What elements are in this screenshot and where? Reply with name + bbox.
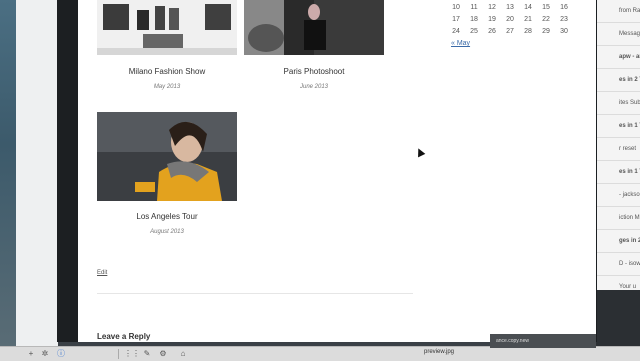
- calendar-day[interactable]: 23: [555, 16, 573, 28]
- gallery-caption[interactable]: Los Angeles Tour: [97, 212, 237, 221]
- calendar-day[interactable]: 12: [483, 4, 501, 16]
- gallery-date: May 2013: [153, 84, 181, 90]
- info-icon[interactable]: ⓘ: [56, 349, 66, 358]
- gallery-date: August 2013: [150, 229, 184, 235]
- calendar-day[interactable]: 14: [519, 4, 537, 16]
- portrait-photo: [97, 112, 237, 201]
- calendar-day[interactable]: 10: [447, 4, 465, 16]
- bottom-toolbar: + ✲ ⓘ ⋮⋮ ✎ ⚙ ⌂ preview.jpg: [0, 346, 640, 361]
- gear-icon[interactable]: ⚙: [158, 349, 168, 358]
- mail-list-item[interactable]: es in 1 T: [597, 161, 640, 184]
- file-name: preview.jpg: [424, 349, 455, 355]
- gallery-caption[interactable]: Paris Photoshoot: [244, 67, 384, 76]
- gallery-caption[interactable]: Milano Fashion Show: [97, 67, 237, 76]
- mail-list-item[interactable]: es in 2 T: [597, 69, 640, 92]
- desktop-background: [0, 0, 58, 360]
- background-window: [16, 0, 58, 348]
- mail-list-item[interactable]: D - isowe: [597, 253, 640, 276]
- calendar-day[interactable]: 13: [501, 4, 519, 16]
- calendar-widget: 10 11 12 13 14 15 16 17 18 19 20 21 22 2…: [447, 4, 577, 40]
- calendar-day[interactable]: 24: [447, 28, 465, 40]
- toolbar-separator: [118, 349, 119, 359]
- plus-icon[interactable]: +: [26, 349, 36, 358]
- calendar-day[interactable]: 30: [555, 28, 573, 40]
- mail-list-item[interactable]: - jackso: [597, 184, 640, 207]
- calendar-day[interactable]: 20: [501, 16, 519, 28]
- calendar-day[interactable]: 18: [465, 16, 483, 28]
- gear-icon[interactable]: ✲: [40, 349, 50, 358]
- status-bar: ance.copy.new: [490, 334, 596, 348]
- desktop-background-bottom: [596, 290, 640, 346]
- calendar-day[interactable]: 28: [519, 28, 537, 40]
- calendar-week: 10 11 12 13 14 15 16: [447, 4, 577, 16]
- calendar-week: 17 18 19 20 21 22 23: [447, 16, 577, 28]
- mail-list-item[interactable]: ges in 2: [597, 230, 640, 253]
- divider: [97, 293, 413, 294]
- gallery-date: June 2013: [299, 84, 329, 90]
- car-photo: [244, 0, 384, 55]
- edit-link[interactable]: Edit: [97, 270, 107, 276]
- calendar-day[interactable]: 22: [537, 16, 555, 28]
- calendar-day[interactable]: 29: [537, 28, 555, 40]
- mail-list-item[interactable]: from Radu: [597, 0, 640, 23]
- calendar-day[interactable]: 17: [447, 16, 465, 28]
- calendar-day[interactable]: 11: [465, 4, 483, 16]
- calendar-day[interactable]: 16: [555, 4, 573, 16]
- mail-window: from RaduMessagapw - anes in 2 Tites Sub…: [596, 0, 640, 290]
- mail-list-item[interactable]: Your u: [597, 276, 640, 290]
- calendar-day[interactable]: 27: [501, 28, 519, 40]
- calendar-day[interactable]: 26: [483, 28, 501, 40]
- mail-list-item[interactable]: apw - an: [597, 46, 640, 69]
- gallery-image-milano[interactable]: [97, 0, 237, 55]
- mail-list-item[interactable]: Messag: [597, 23, 640, 46]
- leave-reply-heading: Leave a Reply: [97, 332, 151, 341]
- store-photo: [97, 0, 237, 55]
- calendar-day[interactable]: 21: [519, 16, 537, 28]
- calendar-week: 24 25 26 27 28 29 30: [447, 28, 577, 40]
- gallery-image-los-angeles[interactable]: [97, 112, 237, 201]
- tag-icon[interactable]: ⌂: [178, 349, 188, 358]
- calendar-day[interactable]: 25: [465, 28, 483, 40]
- grid-icon[interactable]: ⋮⋮: [124, 349, 140, 358]
- calendar-prev-month-link[interactable]: « May: [451, 40, 470, 47]
- pencil-icon[interactable]: ✎: [142, 349, 152, 358]
- mail-list-item[interactable]: ites Sub: [597, 92, 640, 115]
- mail-list-item[interactable]: iction M: [597, 207, 640, 230]
- calendar-day[interactable]: 19: [483, 16, 501, 28]
- mail-list-item[interactable]: r reset: [597, 138, 640, 161]
- gallery-image-paris[interactable]: [244, 0, 384, 55]
- mail-list-item[interactable]: es in 1 T: [597, 115, 640, 138]
- calendar-day[interactable]: 15: [537, 4, 555, 16]
